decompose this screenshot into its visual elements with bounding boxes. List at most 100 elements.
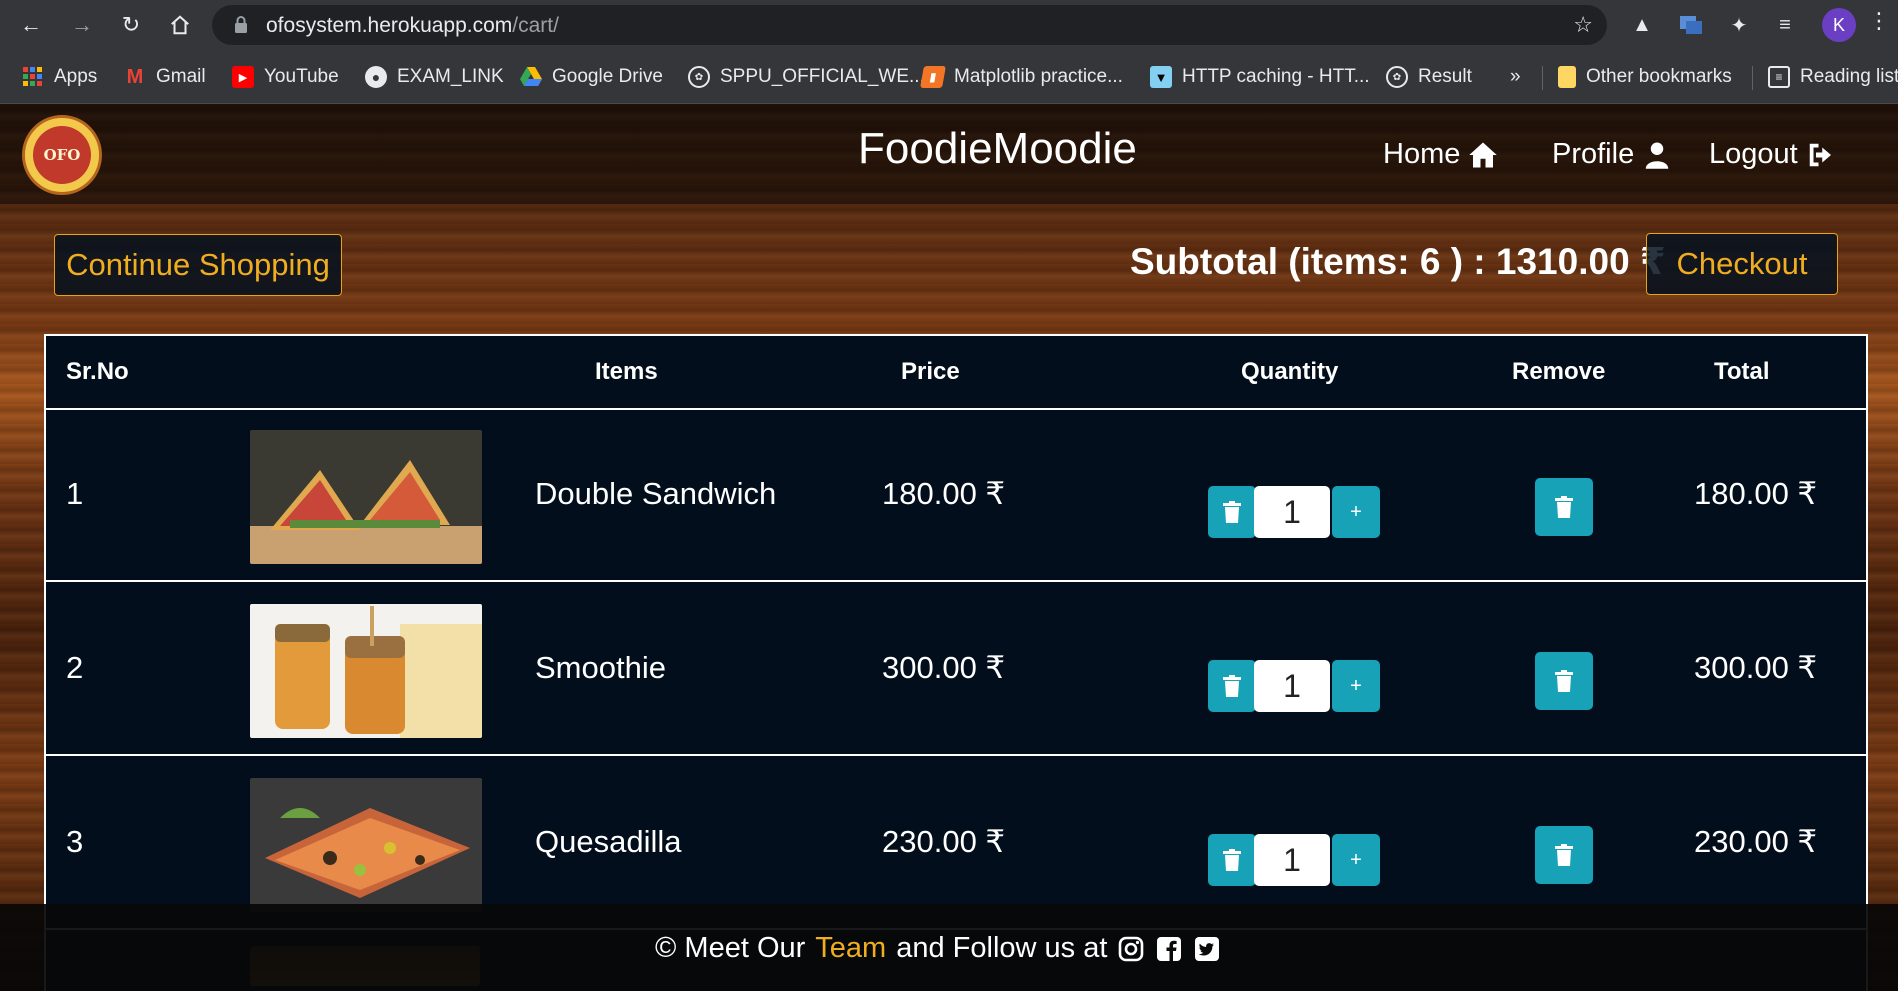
footer-text: © Meet Our Team and Follow us at — [655, 932, 1221, 965]
header-price: Price — [901, 358, 960, 385]
bookmark-label: HTTP caching - HTT... — [1182, 66, 1370, 87]
url-path: /cart/ — [512, 14, 559, 37]
increase-quantity-button[interactable]: + — [1332, 834, 1380, 886]
url-text: ofosystem.herokuapp.com/cart/ — [266, 14, 559, 38]
facebook-icon[interactable] — [1155, 935, 1183, 963]
increase-quantity-button[interactable]: + — [1332, 486, 1380, 538]
item-price: 180.00 ₹ — [882, 476, 1006, 511]
team-link[interactable]: Team — [815, 932, 886, 965]
browser-menu-icon[interactable]: ⋮ — [1868, 8, 1890, 34]
row-srno: 2 — [66, 650, 84, 685]
cart-table: Sr.No Items Price Quantity Remove Total … — [44, 334, 1868, 991]
continue-shopping-button[interactable]: Continue Shopping — [54, 234, 342, 296]
extension-triangle-icon[interactable]: ▲ — [1627, 10, 1657, 40]
back-icon[interactable]: ← — [14, 8, 48, 42]
bookmark-star-icon[interactable]: ☆ — [1573, 12, 1593, 38]
reading-list-label: Reading list — [1800, 66, 1898, 87]
bookmark-label: Apps — [54, 66, 98, 87]
google-drive-icon — [520, 66, 542, 88]
bookmark-label: Other bookmarks — [1586, 66, 1732, 87]
reading-list-button[interactable]: ≡ Reading list — [1768, 62, 1898, 92]
remove-item-button[interactable] — [1535, 478, 1593, 536]
decrease-quantity-button[interactable] — [1208, 486, 1256, 538]
decrease-quantity-button[interactable] — [1208, 834, 1256, 886]
header-srno: Sr.No — [66, 358, 129, 385]
twitter-icon[interactable] — [1193, 935, 1221, 963]
bookmark-apps[interactable]: Apps — [22, 62, 97, 92]
extensions-puzzle-icon[interactable]: ✦ — [1724, 10, 1754, 40]
table-header: Sr.No Items Price Quantity Remove Total — [46, 336, 1866, 410]
quantity-field[interactable]: 1 — [1254, 834, 1330, 886]
remove-item-button[interactable] — [1535, 826, 1593, 884]
bookmark-google-drive[interactable]: Google Drive — [520, 62, 663, 92]
trash-icon — [1223, 675, 1241, 697]
quantity-field[interactable]: 1 — [1254, 660, 1330, 712]
bookmark-matplotlib[interactable]: ▮ Matplotlib practice... — [920, 62, 1123, 92]
nav-home-label: Home — [1383, 138, 1461, 170]
trash-icon — [1223, 501, 1241, 523]
site-navbar: OFO FoodieMoodie Home Profile Logout — [0, 104, 1898, 204]
home-icon — [1469, 142, 1498, 167]
trash-icon — [1555, 496, 1573, 518]
item-image-smoothie[interactable] — [250, 604, 482, 738]
extension-window-icon[interactable] — [1676, 10, 1706, 40]
site-logo[interactable]: OFO — [22, 115, 102, 195]
item-price: 230.00 ₹ — [882, 824, 1006, 859]
bookmark-sppu-official[interactable]: ✿ SPPU_OFFICIAL_WE... — [688, 62, 925, 92]
nav-logout[interactable]: Logout — [1709, 138, 1836, 171]
bookmark-label: Result — [1418, 66, 1472, 87]
sppu-seal-icon: ✿ — [688, 66, 710, 88]
checkout-button[interactable]: Checkout — [1646, 233, 1838, 295]
bookmark-gmail[interactable]: M Gmail — [124, 62, 206, 92]
quantity-field[interactable]: 1 — [1254, 486, 1330, 538]
trash-icon — [1555, 844, 1573, 866]
increase-quantity-button[interactable]: + — [1332, 660, 1380, 712]
bookmark-exam-link[interactable]: ● EXAM_LINK — [365, 62, 504, 92]
globe-icon: ● — [365, 66, 387, 88]
item-name: Smoothie — [535, 650, 666, 685]
media-control-icon[interactable]: ≡ — [1770, 10, 1800, 40]
sign-out-icon — [1809, 143, 1831, 166]
home-button-icon[interactable] — [163, 8, 197, 42]
gmail-icon: M — [126, 65, 144, 88]
header-total: Total — [1714, 358, 1770, 385]
item-image-quesadilla[interactable] — [250, 778, 482, 912]
browser-toolbar: ← → ↻ ofosystem.herokuapp.com/cart/ ☆ ▲ … — [0, 0, 1898, 50]
item-name: Double Sandwich — [535, 476, 777, 511]
cart-subtotal: Subtotal (items: 6 ) : 1310.00 ₹ — [1130, 241, 1666, 282]
item-price: 300.00 ₹ — [882, 650, 1006, 685]
bookmark-label: Google Drive — [552, 66, 663, 87]
bookmarks-bar: Apps M Gmail ▶ YouTube ● EXAM_LINK Google D… — [0, 50, 1898, 104]
trash-icon — [1555, 670, 1573, 692]
header-quantity: Quantity — [1241, 358, 1339, 385]
bookmark-label: EXAM_LINK — [397, 66, 504, 87]
bookmarks-divider — [1752, 66, 1753, 90]
remove-item-button[interactable] — [1535, 652, 1593, 710]
bookmarks-overflow-button[interactable]: » — [1510, 62, 1521, 92]
bookmark-label: SPPU_OFFICIAL_WE... — [720, 66, 925, 87]
item-total: 300.00 ₹ — [1694, 650, 1818, 685]
profile-avatar[interactable]: K — [1822, 8, 1856, 42]
brand-title: FoodieMoodie — [858, 124, 1137, 173]
item-image-double-sandwich[interactable] — [250, 430, 482, 564]
url-host: ofosystem.herokuapp.com — [266, 14, 513, 37]
user-icon — [1645, 142, 1669, 169]
nav-home[interactable]: Home — [1383, 138, 1498, 171]
bookmark-label: YouTube — [264, 66, 339, 87]
row-srno: 3 — [66, 824, 84, 859]
decrease-quantity-button[interactable] — [1208, 660, 1256, 712]
cart-page: OFO FoodieMoodie Home Profile Logout Con… — [0, 104, 1898, 991]
sppu-seal-icon: ✿ — [1386, 66, 1408, 88]
nav-profile[interactable]: Profile — [1552, 138, 1672, 171]
reload-icon[interactable]: ↻ — [114, 8, 148, 42]
bookmark-youtube[interactable]: ▶ YouTube — [232, 62, 339, 92]
bookmark-other-bookmarks[interactable]: Other bookmarks — [1558, 62, 1732, 92]
bookmark-result[interactable]: ✿ Result — [1386, 62, 1472, 92]
lock-icon — [235, 16, 247, 33]
bookmark-http-caching[interactable]: ▼ HTTP caching - HTT... — [1150, 62, 1370, 92]
forward-icon[interactable]: → — [65, 8, 99, 42]
table-row: 1 Double Sandwich 180.00 ₹ 1 + 180.00 ₹ — [46, 410, 1866, 582]
address-bar[interactable]: ofosystem.herokuapp.com/cart/ ☆ — [212, 5, 1607, 45]
nav-logout-label: Logout — [1709, 138, 1798, 170]
instagram-icon[interactable] — [1117, 935, 1145, 963]
